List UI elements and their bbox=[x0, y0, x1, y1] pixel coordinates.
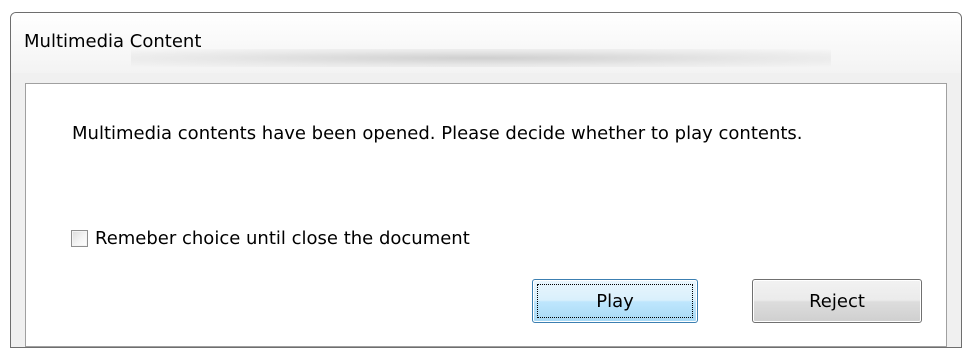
title-bar[interactable]: Multimedia Content bbox=[11, 13, 961, 73]
remember-choice-checkbox[interactable] bbox=[71, 229, 88, 247]
play-button-label: Play bbox=[596, 290, 634, 312]
multimedia-content-dialog: Multimedia Content Multimedia contents h… bbox=[10, 12, 962, 348]
reject-button[interactable]: Reject bbox=[752, 279, 922, 323]
play-button[interactable]: Play bbox=[532, 279, 698, 323]
window-title: Multimedia Content bbox=[24, 31, 202, 52]
title-bar-blur bbox=[131, 49, 831, 67]
content-panel: Multimedia contents have been opened. Pl… bbox=[25, 83, 947, 347]
remember-choice-row[interactable]: Remeber choice until close the document bbox=[71, 226, 470, 250]
remember-choice-label[interactable]: Remeber choice until close the document bbox=[95, 228, 470, 249]
reject-button-label: Reject bbox=[809, 290, 865, 312]
dialog-message: Multimedia contents have been opened. Pl… bbox=[72, 123, 803, 144]
